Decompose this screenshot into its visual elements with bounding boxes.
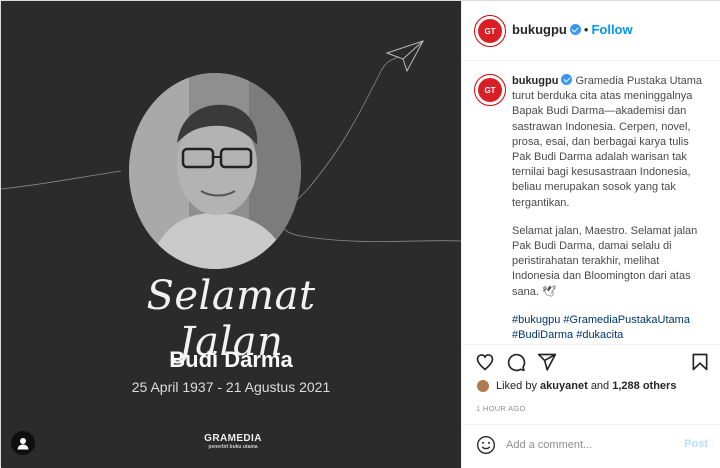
person-dates: 25 April 1937 - 21 Agustus 2021: [131, 379, 331, 395]
comment-bar: Post: [462, 424, 720, 468]
hashtag-link[interactable]: #dukacita: [576, 329, 623, 341]
caption-scroll-area[interactable]: GT bukugpu Gramedia Pustaka Utama turut …: [462, 61, 720, 344]
person-name: Budi Darma: [169, 347, 293, 372]
likes-others-link[interactable]: 1,288 others: [612, 380, 676, 392]
hashtag-link[interactable]: #BudiDarma: [512, 329, 573, 341]
likes-prefix: Liked by: [496, 380, 537, 392]
heart-icon[interactable]: [475, 352, 495, 372]
caption-avatar-mark: GT: [478, 78, 502, 102]
brand-tagline: penerbit buku utama: [208, 444, 258, 450]
post-image[interactable]: Selamat Jalan Budi Darma 25 April 1937 -…: [1, 1, 461, 468]
action-bar: [462, 344, 720, 378]
memorial-portrait-photo: [129, 73, 301, 269]
liker-avatar: [476, 379, 490, 393]
post-header: GT bukugpu • Follow: [462, 1, 720, 61]
post-side-panel: GT bukugpu • Follow GT bukugpu Gramedia Pu…: [461, 1, 720, 468]
hashtag-link[interactable]: #GramediaPustakaUtama: [563, 314, 690, 326]
profile-avatar[interactable]: GT: [474, 15, 506, 47]
liker-username[interactable]: akuyanet: [540, 380, 588, 392]
verified-badge-icon: [569, 24, 581, 35]
smiley-icon[interactable]: [476, 435, 496, 455]
caption-username[interactable]: bukugpu: [512, 75, 558, 87]
caption-paragraph-1: Gramedia Pustaka Utama turut berduka cit…: [512, 75, 703, 209]
hashtag-link[interactable]: #bukugpu: [512, 314, 560, 326]
post-caption: bukugpu Gramedia Pustaka Utama turut ber…: [512, 74, 708, 344]
brand-name: GRAMEDIA: [204, 433, 262, 444]
paper-plane-decor-icon: [385, 40, 425, 73]
caption-paragraph-2: Selamat jalan, Maestro. Selamat jalan Pa…: [512, 224, 698, 298]
user-tag-button[interactable]: [11, 431, 35, 455]
comment-icon[interactable]: [506, 352, 526, 372]
bookmark-icon[interactable]: [690, 352, 710, 372]
header-username[interactable]: bukugpu: [512, 22, 567, 37]
likes-conjunction: and: [590, 380, 610, 392]
header-user-row: bukugpu • Follow: [512, 22, 633, 37]
user-tag-icon: [17, 438, 29, 450]
post-timestamp[interactable]: 1 HOUR AGO: [476, 404, 526, 413]
paper-plane-icon[interactable]: [537, 352, 557, 372]
gramedia-logo: GRAMEDIA penerbit buku utama: [199, 433, 267, 450]
comment-input[interactable]: [506, 436, 676, 454]
caption-verified-badge-icon: [561, 74, 573, 85]
caption-hashtags: #bukugpu #GramediaPustakaUtama #BudiDarm…: [512, 313, 708, 343]
likes-summary: Liked by akuyanet and 1,288 others: [476, 379, 676, 393]
post-comment-button[interactable]: Post: [684, 438, 708, 450]
caption-avatar[interactable]: GT: [474, 74, 506, 106]
post-modal: Selamat Jalan Budi Darma 25 April 1937 -…: [0, 0, 720, 468]
follow-button[interactable]: Follow: [591, 22, 632, 37]
avatar-mark: GT: [478, 19, 502, 43]
header-separator: •: [583, 22, 589, 37]
